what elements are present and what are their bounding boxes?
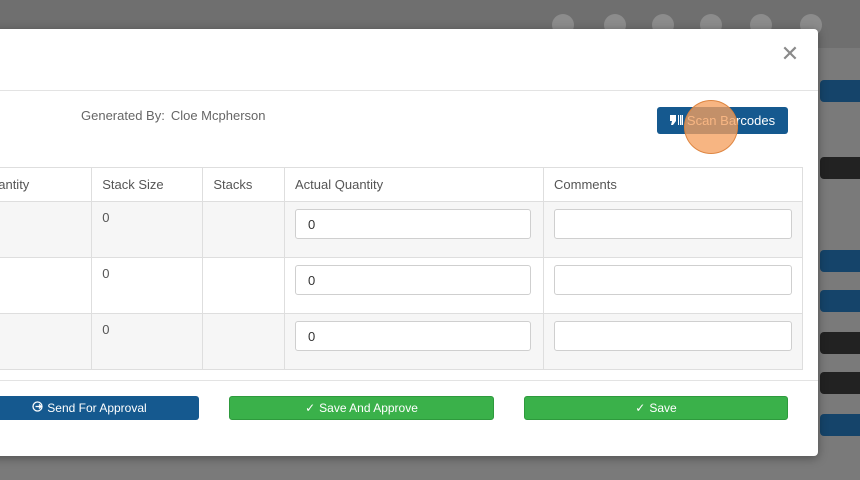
table-row: 0 (0, 257, 803, 314)
comments-cell (543, 313, 803, 370)
actual-quantity-input[interactable] (295, 321, 532, 351)
background-button (820, 157, 860, 179)
barcode-icon (669, 113, 683, 128)
actual-quantity-cell (284, 201, 544, 258)
background-button (820, 372, 860, 394)
column-header: Comments (543, 167, 803, 202)
background-button (820, 414, 860, 436)
comments-cell (543, 201, 803, 258)
stacks-cell (202, 257, 286, 314)
background-button (820, 332, 860, 354)
scan-barcodes-label: Scan Barcodes (686, 113, 776, 128)
comments-input[interactable] (554, 265, 792, 295)
stacks-cell (202, 313, 286, 370)
quantity-cell (0, 201, 93, 258)
background-button (820, 250, 860, 272)
actual-quantity-input[interactable] (295, 265, 532, 295)
stack-size-cell: 0 (91, 313, 204, 370)
sign-out-icon (32, 401, 43, 415)
stack-size-cell: 0 (91, 201, 204, 258)
check-icon: ✓ (305, 401, 316, 415)
column-header: Stack Size (91, 167, 204, 202)
close-icon[interactable]: ✕ (778, 42, 802, 66)
modal-header: ✕ (0, 29, 818, 91)
generated-by-label: Generated By: (81, 108, 165, 123)
background-button (820, 290, 860, 312)
comments-input[interactable] (554, 209, 792, 239)
column-header: Stacks (202, 167, 286, 202)
column-header: Actual Quantity (284, 167, 544, 202)
send-for-approval-button[interactable]: Send For Approval (0, 396, 199, 420)
actual-quantity-input[interactable] (295, 209, 532, 239)
stack-size-cell: 0 (91, 257, 204, 314)
comments-cell (543, 257, 803, 314)
send-for-approval-label: Send For Approval (47, 401, 147, 415)
table-header-row: uantity Stack Size Stacks Actual Quantit… (0, 167, 803, 202)
modal-footer-divider (0, 380, 818, 381)
quantity-cell (0, 313, 93, 370)
background-button (820, 80, 860, 102)
column-header: uantity (0, 167, 93, 202)
save-and-approve-button[interactable]: ✓ Save And Approve (229, 396, 494, 420)
comments-input[interactable] (554, 321, 792, 351)
generated-by: Generated By: Cloe Mcpherson (81, 108, 265, 123)
save-button[interactable]: ✓ Save (524, 396, 788, 420)
items-table: uantity Stack Size Stacks Actual Quantit… (0, 167, 803, 370)
stacks-cell (202, 201, 286, 258)
table-row: 0 (0, 201, 803, 258)
actual-quantity-cell (284, 313, 544, 370)
table-row: 0 (0, 313, 803, 370)
actual-quantity-cell (284, 257, 544, 314)
save-and-approve-label: Save And Approve (319, 401, 418, 415)
modal-dialog: ✕ Generated By: Cloe Mcpherson Scan Barco… (0, 29, 818, 456)
check-icon: ✓ (635, 401, 646, 415)
scan-barcodes-button[interactable]: Scan Barcodes (657, 107, 788, 134)
save-label: Save (649, 401, 677, 415)
generated-by-value: Cloe Mcpherson (170, 108, 266, 123)
quantity-cell (0, 257, 93, 314)
